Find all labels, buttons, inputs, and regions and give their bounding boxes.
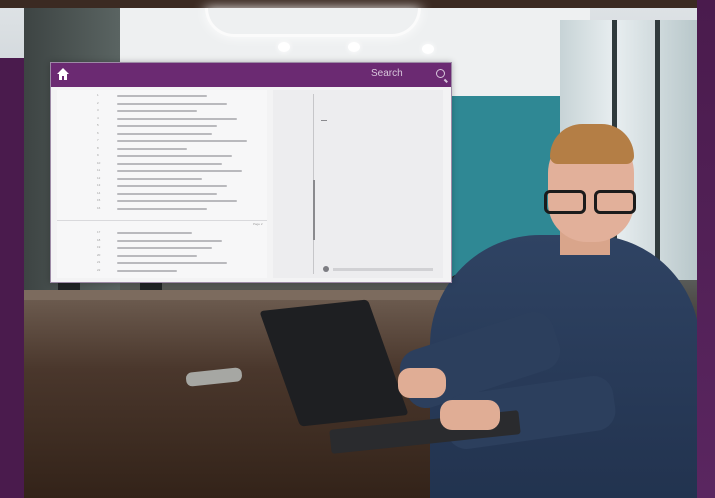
line-number: 15 xyxy=(97,198,101,202)
line-number: 19 xyxy=(97,245,101,249)
ceiling-light xyxy=(205,8,421,37)
line-text xyxy=(117,147,187,150)
line-number: 11 xyxy=(97,168,101,172)
line-text xyxy=(117,170,242,172)
line-text xyxy=(117,192,217,195)
top-strip xyxy=(0,0,715,8)
transcript-line[interactable]: 16 xyxy=(57,206,267,212)
transcript-line[interactable]: 5 xyxy=(57,123,267,129)
frame-left xyxy=(0,58,24,498)
line-text xyxy=(117,177,202,180)
transcript-line[interactable]: 1 xyxy=(57,93,267,99)
line-number: 5 xyxy=(97,123,99,127)
line-text xyxy=(117,232,192,234)
line-number: 9 xyxy=(97,153,99,157)
frame-right xyxy=(697,0,715,498)
line-text xyxy=(117,247,212,249)
spotlight xyxy=(422,44,434,54)
line-number: 17 xyxy=(97,230,101,234)
transcript-app-window: Search Page 2 1 2 3 4 5 6 7 8 9 10 11 12 13 14 15 16 17 1… xyxy=(50,62,452,283)
line-number: 14 xyxy=(97,190,101,195)
line-number: 18 xyxy=(97,237,101,242)
left-hand xyxy=(398,368,446,398)
transcript-line[interactable]: 10 xyxy=(57,161,267,167)
line-text xyxy=(117,102,227,105)
transcript-document[interactable]: Page 2 1 2 3 4 5 6 7 8 9 10 11 12 13 14 15 16 17 18 19 20 21… xyxy=(57,90,267,278)
page-marker: Page 2 xyxy=(253,222,263,226)
annotation-pane[interactable] xyxy=(273,90,443,278)
line-text xyxy=(117,239,222,242)
line-number: 6 xyxy=(97,130,99,135)
transcript-line[interactable]: 8 xyxy=(57,146,267,152)
line-text xyxy=(117,95,207,97)
home-icon xyxy=(57,68,69,80)
transcript-line[interactable]: 2 xyxy=(57,101,267,107)
line-text xyxy=(117,185,227,187)
transcript-line[interactable]: 12 xyxy=(57,176,267,182)
line-number: 1 xyxy=(97,93,99,97)
transcript-line[interactable]: 11 xyxy=(57,168,267,174)
avatar xyxy=(323,266,329,272)
transcript-line[interactable]: 15 xyxy=(57,198,267,204)
transcript-line[interactable]: 22 xyxy=(57,268,267,274)
line-number: 4 xyxy=(97,115,99,120)
search-input[interactable]: Search xyxy=(371,68,403,79)
line-text xyxy=(117,132,212,135)
line-text xyxy=(117,125,217,127)
line-text xyxy=(117,162,222,165)
line-number: 16 xyxy=(97,205,101,210)
transcript-line[interactable]: 17 xyxy=(57,230,267,236)
transcript-line[interactable]: 7 xyxy=(57,138,267,144)
line-text xyxy=(117,117,237,120)
spotlight xyxy=(348,42,360,52)
line-number: 22 xyxy=(97,267,101,272)
line-text xyxy=(117,110,197,112)
search-icon[interactable] xyxy=(436,69,445,78)
line-text xyxy=(117,269,177,272)
app-header: Search xyxy=(51,63,451,87)
transcript-line[interactable]: 9 xyxy=(57,153,267,159)
line-text xyxy=(117,155,232,157)
line-number: 20 xyxy=(97,252,101,257)
cursor-mark xyxy=(321,120,327,121)
line-number: 2 xyxy=(97,100,99,105)
transcript-line[interactable]: 3 xyxy=(57,108,267,114)
line-number: 8 xyxy=(97,145,99,150)
line-number: 7 xyxy=(97,138,99,142)
right-hand xyxy=(440,400,500,430)
home-button[interactable] xyxy=(56,67,70,81)
line-number: 3 xyxy=(97,108,99,112)
line-number: 21 xyxy=(97,260,101,264)
line-text xyxy=(117,140,247,142)
transcript-line[interactable]: 6 xyxy=(57,131,267,137)
person-hair xyxy=(550,124,634,164)
glasses xyxy=(542,190,638,214)
transcript-line[interactable]: 21 xyxy=(57,260,267,266)
window-mullion xyxy=(655,20,660,280)
comment-input[interactable] xyxy=(333,268,433,271)
line-number: 13 xyxy=(97,183,101,187)
transcript-line[interactable]: 18 xyxy=(57,238,267,244)
line-number: 12 xyxy=(97,175,101,180)
transcript-line[interactable]: 19 xyxy=(57,245,267,251)
scrollbar-thumb[interactable] xyxy=(313,180,315,240)
transcript-line[interactable]: 4 xyxy=(57,116,267,122)
transcript-line[interactable]: 20 xyxy=(57,253,267,259)
transcript-line[interactable]: 14 xyxy=(57,191,267,197)
page-divider xyxy=(57,220,267,221)
line-text xyxy=(117,262,227,264)
line-text xyxy=(117,207,207,210)
transcript-line[interactable]: 13 xyxy=(57,183,267,189)
line-text xyxy=(117,254,197,257)
line-number: 10 xyxy=(97,160,101,165)
search-box[interactable]: Search xyxy=(369,68,447,82)
spotlight xyxy=(278,42,290,52)
line-text xyxy=(117,200,237,202)
